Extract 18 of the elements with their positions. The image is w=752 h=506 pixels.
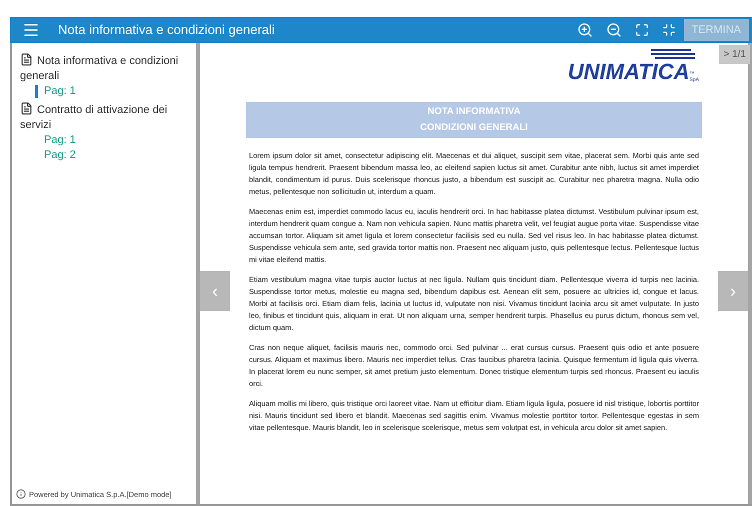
exit-fullscreen-icon[interactable] [662, 23, 676, 37]
toolbar-title: Nota informativa e condizioni generali [58, 21, 275, 40]
document-icon [20, 102, 33, 115]
menu-icon[interactable] [22, 21, 40, 39]
fullscreen-icon[interactable] [634, 23, 648, 37]
document-heading: NOTA INFORMATIVA CONDIZIONI GENERALI [246, 102, 702, 138]
page-link[interactable]: Pag: 2 [44, 147, 76, 164]
page-link[interactable]: Pag: 1 [44, 83, 76, 100]
document-icon [20, 53, 33, 66]
document-title[interactable]: Nota informativa e condizioni generali [20, 53, 190, 84]
zoom-out-icon[interactable] [606, 22, 622, 38]
next-page-button[interactable]: › [718, 271, 748, 311]
previous-page-button[interactable]: ‹ [200, 271, 230, 311]
page-indicator: > 1/1 [719, 45, 750, 64]
info-icon [16, 489, 26, 500]
document-title[interactable]: Contratto di attivazione dei servizi [20, 102, 190, 133]
zoom-in-icon[interactable] [576, 22, 592, 38]
page-link[interactable]: Pag: 1 [44, 132, 76, 149]
